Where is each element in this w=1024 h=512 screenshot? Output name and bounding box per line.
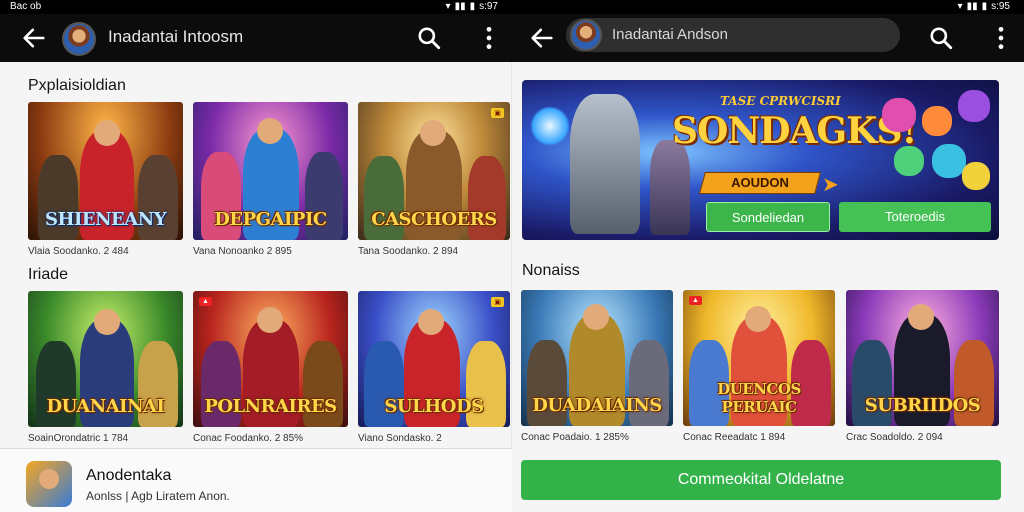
game-card[interactable]: SHIENEANY Vlaia Soodanko. 2 484 — [28, 102, 183, 258]
app-icon — [26, 461, 72, 507]
warrior-figure — [650, 140, 690, 235]
wifi-icon: ▾ — [445, 1, 451, 12]
game-thumbnail: ▲ POLNRAIRES — [193, 291, 348, 427]
install-button[interactable]: Commeokital Oldelatne — [521, 460, 1001, 500]
game-card[interactable]: ▣ SULHODS Viano Sondasko. 2 — [358, 291, 510, 447]
game-caption: Crac Soadoldo. 2 094 — [846, 432, 943, 443]
status-bar: Bac ob ▾ ▮▮ ▮ s:97 — [0, 0, 512, 14]
left-screen: Bac ob ▾ ▮▮ ▮ s:97 Inadantai Intoosm Pxp… — [0, 0, 512, 512]
monster-figure — [894, 146, 924, 176]
game-card[interactable]: ▣ CASCHOERS Tana Soodanko. 2 894 — [358, 102, 510, 258]
app-install-bar[interactable]: Anodentaka Aonlss | Agb Liratem Anon. — [0, 448, 512, 512]
app-avatar — [570, 19, 602, 51]
status-time: Bac ob — [10, 1, 42, 12]
game-logo: CASCHOERS — [371, 209, 497, 230]
game-thumbnail: DUADAIAINS — [521, 290, 673, 426]
game-logo: DUANAINAI — [46, 396, 165, 417]
battery-icon: ▮ — [469, 1, 476, 12]
promo-banner[interactable]: TASE CPRWCISRI SONDAGKS! AOUDON ➤ Sondel… — [522, 80, 999, 240]
game-logo: DUADAIAINS — [532, 395, 662, 416]
arrow-right-icon: ➤ — [822, 174, 839, 196]
app-avatar — [62, 22, 96, 56]
monster-figure — [962, 162, 990, 190]
signal-icon: ▮▮ — [966, 1, 978, 12]
monster-figure — [922, 106, 952, 136]
game-caption: Conac Reeadatc 1 894 — [683, 432, 786, 443]
app-subtitle: Aonlss | Agb Liratem Anon. — [86, 489, 230, 503]
game-badge: ▣ — [491, 108, 504, 118]
game-card[interactable]: ▲ DUENCOS PERUAIC Conac Reeadatc 1 894 — [683, 290, 835, 446]
game-caption: Vana Nonoanko 2 895 — [193, 246, 292, 257]
game-badge: ▲ — [689, 296, 702, 305]
game-thumbnail: ▣ SULHODS — [358, 291, 510, 427]
banner-ribbon-label: AOUDON — [731, 175, 789, 190]
section-title-featured: Pxplaisioldian — [28, 77, 126, 94]
game-caption: Vlaia Soodanko. 2 484 — [28, 246, 129, 257]
battery-icon: ▮ — [981, 1, 988, 12]
section-title-recommended: Nonaiss — [522, 262, 580, 279]
game-card[interactable]: DEPGAIPIC Vana Nonoanko 2 895 — [193, 102, 348, 258]
game-caption: Viano Sondasko. 2 — [358, 433, 442, 444]
game-thumbnail: SUBRIIDOS — [846, 290, 999, 426]
game-card[interactable]: SUBRIIDOS Crac Soadoldo. 2 094 — [846, 290, 999, 446]
wifi-icon: ▾ — [957, 1, 963, 12]
knight-figure — [570, 94, 640, 234]
more-vert-icon[interactable] — [484, 25, 494, 51]
game-thumbnail: ▣ CASCHOERS — [358, 102, 510, 240]
more-vert-icon[interactable] — [996, 25, 1006, 51]
game-caption: Tana Soodanko. 2 894 — [358, 246, 459, 257]
back-arrow-icon[interactable] — [20, 24, 48, 52]
monster-figure — [882, 98, 916, 132]
status-icons: ▾ ▮▮ ▮ s:97 — [446, 0, 498, 14]
app-title: Inadantai Intoosm — [108, 27, 244, 46]
game-card[interactable]: ▲ POLNRAIRES Conac Foodanko. 2 85% — [193, 291, 348, 447]
app-bar: Inadantai Intoosm — [0, 14, 512, 62]
game-logo: DEPGAIPIC — [214, 209, 327, 230]
cta-area: Commeokital Oldelatne — [512, 448, 1024, 512]
signal-icon: ▮▮ — [454, 1, 466, 12]
status-battery-text: s:97 — [479, 1, 498, 12]
game-thumbnail: SHIENEANY — [28, 102, 183, 240]
game-card[interactable]: DUANAINAI SoainOrondatric 1 784 — [28, 291, 183, 447]
game-caption: Conac Poadaio. 1 285% — [521, 432, 629, 443]
game-caption: Conac Foodanko. 2 85% — [193, 433, 304, 444]
game-card[interactable]: DUADAIAINS Conac Poadaio. 1 285% — [521, 290, 673, 446]
game-logo: SHIENEANY — [44, 209, 167, 230]
game-logo: SUBRIIDOS — [864, 395, 981, 416]
status-battery-text: s:95 — [991, 1, 1010, 12]
game-logo: SULHODS — [384, 396, 484, 417]
banner-button-secondary[interactable]: Toteroedis — [839, 202, 991, 232]
banner-button-primary[interactable]: Sondeliedan — [706, 202, 830, 232]
game-caption: SoainOrondatric 1 784 — [28, 433, 129, 444]
app-name: Anodentaka — [86, 467, 172, 484]
banner-tagline: TASE CPRWCISRI — [720, 94, 841, 108]
monster-figure — [958, 90, 990, 122]
game-logo: POLNRAIRES — [204, 396, 337, 417]
status-bar: ▾ ▮▮ ▮ s:95 — [512, 0, 1024, 14]
search-box[interactable]: Inadantai Andson — [566, 18, 900, 52]
game-logo: DUENCOS PERUAIC — [717, 380, 801, 416]
status-icons: ▾ ▮▮ ▮ s:95 — [958, 0, 1010, 14]
banner-title: SONDAGKS! — [672, 110, 917, 152]
search-query: Inadantai Andson — [612, 26, 728, 43]
monster-figure — [932, 144, 966, 178]
game-badge: ▲ — [199, 297, 212, 306]
game-thumbnail: DUANAINAI — [28, 291, 183, 427]
back-arrow-icon[interactable] — [528, 24, 556, 52]
banner-ribbon: AOUDON — [699, 172, 821, 194]
search-icon[interactable] — [928, 25, 954, 51]
search-icon[interactable] — [416, 25, 442, 51]
section-title-trade: Iriade — [28, 266, 69, 283]
magic-orb — [530, 106, 570, 146]
app-bar: Inadantai Andson — [512, 14, 1024, 62]
game-thumbnail: ▲ DUENCOS PERUAIC — [683, 290, 835, 426]
game-badge: ▣ — [491, 297, 504, 307]
game-thumbnail: DEPGAIPIC — [193, 102, 348, 240]
